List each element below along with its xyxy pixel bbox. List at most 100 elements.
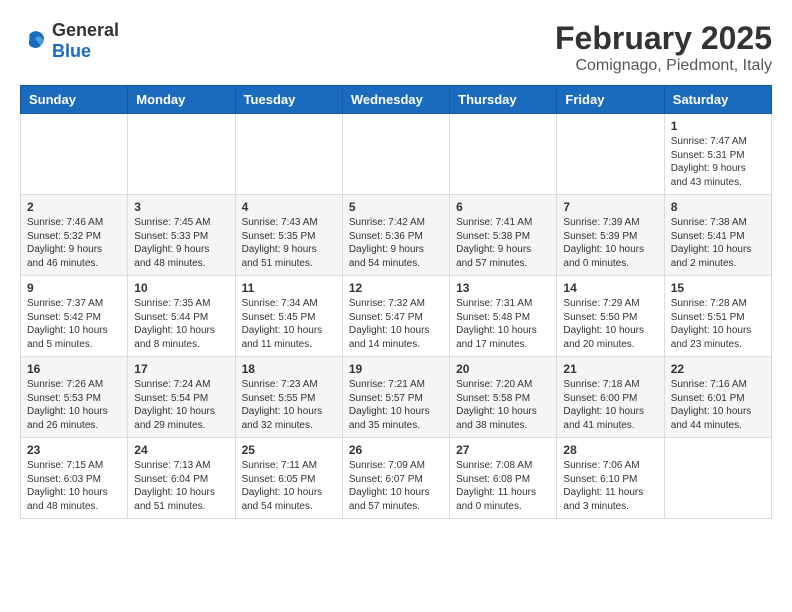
day-number: 23 xyxy=(27,443,121,457)
day-cell xyxy=(128,114,235,195)
day-cell xyxy=(450,114,557,195)
day-cell: 24 Sunrise: 7:13 AM Sunset: 6:04 PM Dayli… xyxy=(128,438,235,519)
day-number: 16 xyxy=(27,362,121,376)
day-info: Sunrise: 7:16 AM Sunset: 6:01 PM Dayligh… xyxy=(671,378,765,432)
day-info: Sunrise: 7:37 AM Sunset: 5:42 PM Dayligh… xyxy=(27,297,121,351)
title-area: February 2025 Comignago, Piedmont, Italy xyxy=(555,20,772,75)
day-info: Sunrise: 7:26 AM Sunset: 5:53 PM Dayligh… xyxy=(27,378,121,432)
header-cell-tuesday: Tuesday xyxy=(235,86,342,114)
day-number: 6 xyxy=(456,200,550,214)
day-cell: 4Sunrise: 7:43 AM Sunset: 5:35 PM Daylig… xyxy=(235,195,342,276)
header-cell-saturday: Saturday xyxy=(664,86,771,114)
day-cell: 16 Sunrise: 7:26 AM Sunset: 5:53 PM Dayli… xyxy=(21,357,128,438)
day-info: Sunrise: 7:08 AM Sunset: 6:08 PM Dayligh… xyxy=(456,459,550,513)
day-info: Sunrise: 7:21 AM Sunset: 5:57 PM Dayligh… xyxy=(349,378,443,432)
day-cell: 2 Sunrise: 7:46 AM Sunset: 5:32 PM Daylig… xyxy=(21,195,128,276)
day-cell: 9 Sunrise: 7:37 AM Sunset: 5:42 PM Daylig… xyxy=(21,276,128,357)
location-title: Comignago, Piedmont, Italy xyxy=(555,57,772,75)
day-cell: 12 Sunrise: 7:32 AM Sunset: 5:47 PM Dayli… xyxy=(342,276,449,357)
day-number: 1 xyxy=(671,119,765,133)
day-cell: 13 Sunrise: 7:31 AM Sunset: 5:48 PM Dayli… xyxy=(450,276,557,357)
day-number: 18 xyxy=(242,362,336,376)
calendar-body: 1 Sunrise: 7:47 AM Sunset: 5:31 PM Daylig… xyxy=(21,114,772,519)
header-cell-friday: Friday xyxy=(557,86,664,114)
day-info: Sunrise: 7:31 AM Sunset: 5:48 PM Dayligh… xyxy=(456,297,550,351)
day-cell: 7 Sunrise: 7:39 AM Sunset: 5:39 PM Daylig… xyxy=(557,195,664,276)
day-cell: 25Sunrise: 7:11 AM Sunset: 6:05 PM Dayli… xyxy=(235,438,342,519)
logo-icon xyxy=(20,27,48,55)
day-info: Sunrise: 7:38 AM Sunset: 5:41 PM Dayligh… xyxy=(671,216,765,270)
week-row-4: 16 Sunrise: 7:26 AM Sunset: 5:53 PM Dayli… xyxy=(21,357,772,438)
day-cell: 3Sunrise: 7:45 AM Sunset: 5:33 PM Daylig… xyxy=(128,195,235,276)
day-cell xyxy=(664,438,771,519)
calendar-header: SundayMondayTuesdayWednesdayThursdayFrid… xyxy=(21,86,772,114)
logo-text: General Blue xyxy=(52,20,119,62)
day-info: Sunrise: 7:46 AM Sunset: 5:32 PM Dayligh… xyxy=(27,216,121,270)
week-row-1: 1 Sunrise: 7:47 AM Sunset: 5:31 PM Daylig… xyxy=(21,114,772,195)
day-info: Sunrise: 7:09 AM Sunset: 6:07 PM Dayligh… xyxy=(349,459,443,513)
day-cell xyxy=(342,114,449,195)
day-cell: 11 Sunrise: 7:34 AM Sunset: 5:45 PM Dayli… xyxy=(235,276,342,357)
page-header: General Blue February 2025 Comignago, Pi… xyxy=(20,20,772,75)
day-number: 27 xyxy=(456,443,550,457)
day-info: Sunrise: 7:15 AM Sunset: 6:03 PM Dayligh… xyxy=(27,459,121,513)
day-number: 26 xyxy=(349,443,443,457)
day-cell: 27 Sunrise: 7:08 AM Sunset: 6:08 PM Dayli… xyxy=(450,438,557,519)
day-number: 5 xyxy=(349,200,443,214)
day-cell: 10 Sunrise: 7:35 AM Sunset: 5:44 PM Dayli… xyxy=(128,276,235,357)
day-number: 8 xyxy=(671,200,765,214)
day-number: 25 xyxy=(242,443,336,457)
day-cell xyxy=(557,114,664,195)
day-cell: 21 Sunrise: 7:18 AM Sunset: 6:00 PM Dayli… xyxy=(557,357,664,438)
day-number: 7 xyxy=(563,200,657,214)
day-cell: 6 Sunrise: 7:41 AM Sunset: 5:38 PM Daylig… xyxy=(450,195,557,276)
day-number: 13 xyxy=(456,281,550,295)
day-number: 28 xyxy=(563,443,657,457)
day-cell: 1 Sunrise: 7:47 AM Sunset: 5:31 PM Daylig… xyxy=(664,114,771,195)
day-cell: 20 Sunrise: 7:20 AM Sunset: 5:58 PM Dayli… xyxy=(450,357,557,438)
day-cell: 28 Sunrise: 7:06 AM Sunset: 6:10 PM Dayli… xyxy=(557,438,664,519)
day-number: 20 xyxy=(456,362,550,376)
day-info: Sunrise: 7:32 AM Sunset: 5:47 PM Dayligh… xyxy=(349,297,443,351)
day-info: Sunrise: 7:06 AM Sunset: 6:10 PM Dayligh… xyxy=(563,459,657,513)
day-info: Sunrise: 7:20 AM Sunset: 5:58 PM Dayligh… xyxy=(456,378,550,432)
header-cell-sunday: Sunday xyxy=(21,86,128,114)
day-number: 9 xyxy=(27,281,121,295)
calendar-table: SundayMondayTuesdayWednesdayThursdayFrid… xyxy=(20,85,772,519)
day-info: Sunrise: 7:34 AM Sunset: 5:45 PM Dayligh… xyxy=(242,297,336,351)
day-info: Sunrise: 7:28 AM Sunset: 5:51 PM Dayligh… xyxy=(671,297,765,351)
logo-general: General xyxy=(52,20,119,40)
day-number: 2 xyxy=(27,200,121,214)
logo-blue: Blue xyxy=(52,41,91,61)
day-number: 12 xyxy=(349,281,443,295)
header-row: SundayMondayTuesdayWednesdayThursdayFrid… xyxy=(21,86,772,114)
week-row-3: 9 Sunrise: 7:37 AM Sunset: 5:42 PM Daylig… xyxy=(21,276,772,357)
day-number: 15 xyxy=(671,281,765,295)
header-cell-wednesday: Wednesday xyxy=(342,86,449,114)
day-info: Sunrise: 7:35 AM Sunset: 5:44 PM Dayligh… xyxy=(134,297,228,351)
day-info: Sunrise: 7:18 AM Sunset: 6:00 PM Dayligh… xyxy=(563,378,657,432)
day-info: Sunrise: 7:47 AM Sunset: 5:31 PM Dayligh… xyxy=(671,135,765,189)
day-info: Sunrise: 7:42 AM Sunset: 5:36 PM Dayligh… xyxy=(349,216,443,270)
day-info: Sunrise: 7:39 AM Sunset: 5:39 PM Dayligh… xyxy=(563,216,657,270)
day-number: 24 xyxy=(134,443,228,457)
header-cell-monday: Monday xyxy=(128,86,235,114)
day-number: 14 xyxy=(563,281,657,295)
day-number: 3 xyxy=(134,200,228,214)
day-cell: 14Sunrise: 7:29 AM Sunset: 5:50 PM Dayli… xyxy=(557,276,664,357)
day-number: 22 xyxy=(671,362,765,376)
day-info: Sunrise: 7:41 AM Sunset: 5:38 PM Dayligh… xyxy=(456,216,550,270)
day-cell: 5 Sunrise: 7:42 AM Sunset: 5:36 PM Daylig… xyxy=(342,195,449,276)
day-number: 11 xyxy=(242,281,336,295)
week-row-2: 2 Sunrise: 7:46 AM Sunset: 5:32 PM Daylig… xyxy=(21,195,772,276)
day-number: 21 xyxy=(563,362,657,376)
day-number: 19 xyxy=(349,362,443,376)
header-cell-thursday: Thursday xyxy=(450,86,557,114)
day-cell: 8 Sunrise: 7:38 AM Sunset: 5:41 PM Daylig… xyxy=(664,195,771,276)
day-info: Sunrise: 7:43 AM Sunset: 5:35 PM Dayligh… xyxy=(242,216,336,270)
day-info: Sunrise: 7:23 AM Sunset: 5:55 PM Dayligh… xyxy=(242,378,336,432)
day-number: 10 xyxy=(134,281,228,295)
day-cell xyxy=(21,114,128,195)
day-cell: 19 Sunrise: 7:21 AM Sunset: 5:57 PM Dayli… xyxy=(342,357,449,438)
day-info: Sunrise: 7:13 AM Sunset: 6:04 PM Dayligh… xyxy=(134,459,228,513)
